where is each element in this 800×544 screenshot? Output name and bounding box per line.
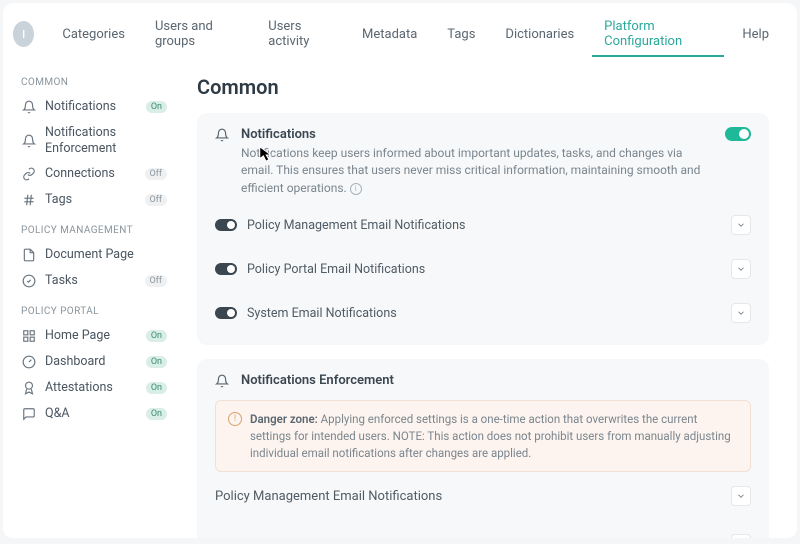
- doc-icon: [21, 247, 37, 263]
- nav-dictionaries[interactable]: Dictionaries: [493, 19, 586, 50]
- status-badge: On: [146, 382, 167, 394]
- avatar[interactable]: I: [13, 21, 34, 47]
- chevron-down-icon[interactable]: [731, 259, 751, 279]
- row-label: System Email Notifications: [247, 306, 397, 321]
- sidebar-item-label: Notifications: [45, 99, 138, 115]
- grid-icon: [21, 328, 37, 344]
- enforcement-row: Policy Management Email Notifications: [215, 472, 751, 520]
- card-title: Notifications Enforcement: [241, 373, 394, 388]
- sidebar-item-label: Connections: [45, 166, 137, 182]
- status-badge: On: [146, 330, 167, 342]
- status-badge: On: [146, 101, 167, 113]
- card-title: Notifications: [241, 127, 715, 142]
- notifications-enforcement-card: Notifications Enforcement ! Danger zone:…: [197, 359, 769, 538]
- sidebar-item-dashboard[interactable]: Dashboard On: [17, 349, 171, 375]
- sidebar-item-label: Tags: [45, 192, 137, 208]
- award-icon: [21, 380, 37, 396]
- chevron-down-icon[interactable]: [731, 215, 751, 235]
- nav-platform-configuration[interactable]: Platform Configuration: [592, 11, 724, 57]
- nav-users-activity[interactable]: Users activity: [256, 11, 344, 57]
- nav-users-and-groups[interactable]: Users and groups: [143, 11, 250, 57]
- nav-tags[interactable]: Tags: [435, 19, 487, 50]
- card-description: Notifications keep users informed about …: [241, 145, 715, 197]
- sidebar-item-label: Q&A: [45, 406, 138, 422]
- row-toggle[interactable]: [215, 263, 237, 275]
- row-label: Policy Management Email Notifications: [247, 218, 465, 233]
- sidebar-item-connections[interactable]: Connections Off: [17, 161, 171, 187]
- notifications-card: Notifications Notifications keep users i…: [197, 113, 769, 345]
- nav-help[interactable]: Help: [730, 19, 781, 50]
- chat-icon: [21, 406, 37, 422]
- main-content: Common Notifications Notifications keep …: [179, 57, 797, 538]
- info-icon[interactable]: i: [350, 183, 362, 195]
- row-label: Policy Portal Email Notifications: [247, 262, 425, 277]
- nav-categories[interactable]: Categories: [50, 19, 137, 50]
- sidebar-item-attestations[interactable]: Attestations On: [17, 375, 171, 401]
- sidebar-item-q&a[interactable]: Q&A On: [17, 401, 171, 427]
- sidebar-item-document-page[interactable]: Document Page: [17, 242, 171, 268]
- row-toggle[interactable]: [215, 307, 237, 319]
- sidebar-item-label: Document Page: [45, 247, 167, 263]
- row-label: Policy Management Email Notifications: [215, 489, 442, 504]
- chevron-down-icon[interactable]: [731, 486, 751, 506]
- bell-icon: [21, 99, 37, 115]
- sidebar-item-tags[interactable]: Tags Off: [17, 187, 171, 213]
- chevron-down-icon[interactable]: [731, 303, 751, 323]
- status-badge: Off: [145, 194, 167, 206]
- sidebar-section-header: POLICY PORTAL: [21, 306, 171, 317]
- sidebar-item-label: Dashboard: [45, 354, 138, 370]
- nav-metadata[interactable]: Metadata: [350, 19, 429, 50]
- notification-row: Policy Management Email Notifications: [215, 203, 751, 247]
- sidebar-item-tasks[interactable]: Tasks Off: [17, 268, 171, 294]
- bell-icon: [215, 128, 231, 144]
- row-label: Policy Portal Email Notifications: [215, 537, 400, 538]
- sidebar-section-header: COMMON: [21, 77, 171, 88]
- row-toggle[interactable]: [215, 219, 237, 231]
- sidebar-item-label: Home Page: [45, 328, 138, 344]
- check-icon: [21, 273, 37, 289]
- chevron-down-icon[interactable]: [731, 534, 751, 538]
- sidebar-item-label: Tasks: [45, 273, 137, 289]
- gauge-icon: [21, 354, 37, 370]
- bell-icon: [21, 133, 37, 149]
- status-badge: On: [146, 408, 167, 420]
- danger-zone-banner: ! Danger zone: Applying enforced setting…: [215, 400, 751, 472]
- link-icon: [21, 166, 37, 182]
- hash-icon: [21, 192, 37, 208]
- sidebar-item-label: Notifications Enforcement: [45, 125, 167, 156]
- sidebar-section-header: POLICY MANAGEMENT: [21, 225, 171, 236]
- sidebar-item-label: Attestations: [45, 380, 138, 396]
- notification-row: Policy Portal Email Notifications: [215, 247, 751, 291]
- sidebar-item-notifications[interactable]: Notifications On: [17, 94, 171, 120]
- bell-icon: [215, 374, 231, 390]
- top-nav: I CategoriesUsers and groupsUsers activi…: [3, 3, 797, 57]
- sidebar: COMMON Notifications On Notifications Enfor…: [3, 57, 179, 538]
- notifications-master-toggle[interactable]: [725, 127, 751, 141]
- warning-icon: !: [228, 412, 242, 426]
- sidebar-item-home-page[interactable]: Home Page On: [17, 323, 171, 349]
- status-badge: On: [146, 356, 167, 368]
- sidebar-item-notifications-enforcement[interactable]: Notifications Enforcement: [17, 120, 171, 161]
- enforcement-row: Policy Portal Email Notifications: [215, 520, 751, 538]
- status-badge: Off: [145, 275, 167, 287]
- page-title: Common: [197, 75, 769, 99]
- status-badge: Off: [145, 168, 167, 180]
- notification-row: System Email Notifications: [215, 291, 751, 335]
